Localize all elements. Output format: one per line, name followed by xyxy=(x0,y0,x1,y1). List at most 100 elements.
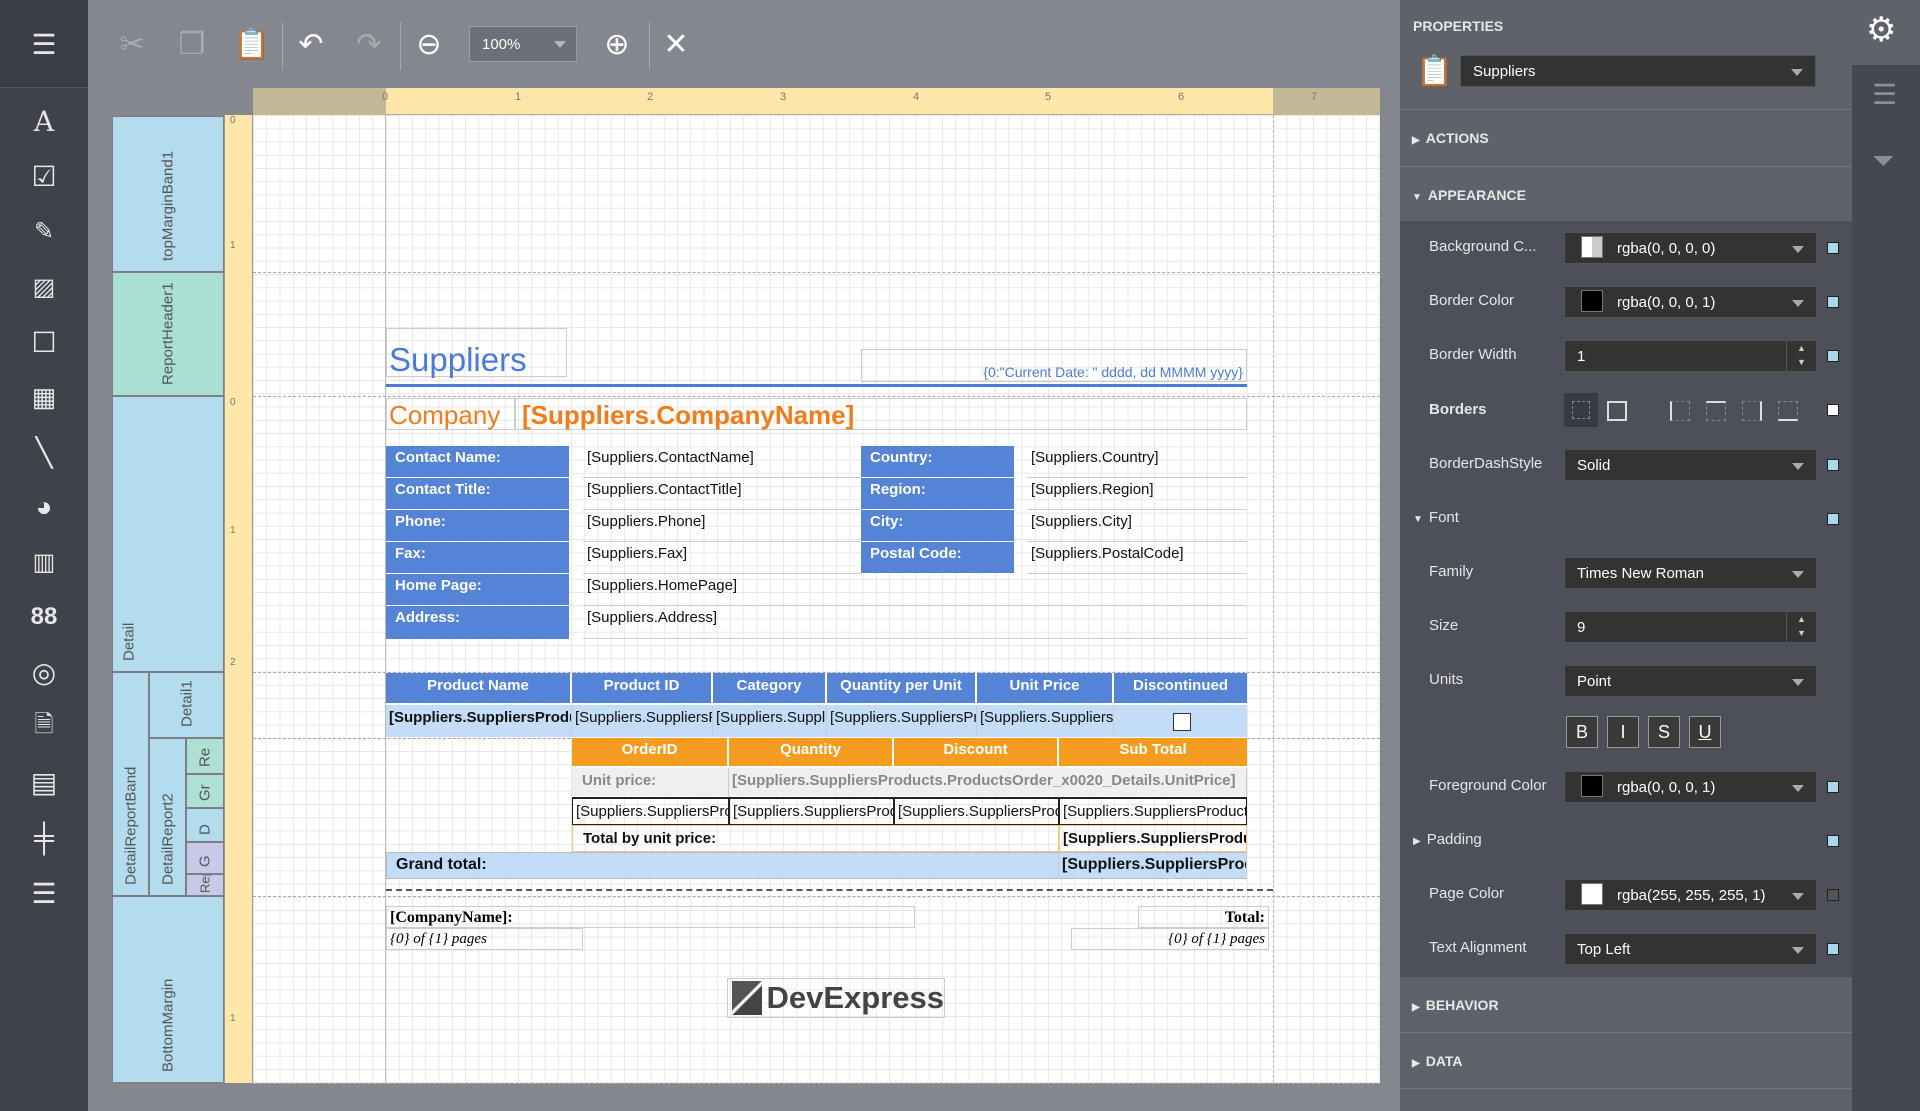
band-detail-report[interactable]: DetailReportBand xyxy=(112,672,149,896)
contact-label[interactable]: City: xyxy=(861,510,1014,541)
table-icon[interactable]: ▦ xyxy=(22,377,66,417)
font-group[interactable]: ▼ Font xyxy=(1413,509,1459,526)
background-color-select[interactable]: rgba(0, 0, 0, 0) xyxy=(1564,232,1817,264)
order-header[interactable]: Sub Total xyxy=(1059,738,1247,766)
barcode-icon[interactable]: ▥ xyxy=(22,542,66,582)
border-bottom-button[interactable] xyxy=(1778,401,1798,421)
section-appearance[interactable]: ▼ APPEARANCE xyxy=(1412,187,1526,203)
border-top-button[interactable] xyxy=(1706,401,1726,421)
contact-value[interactable]: [Suppliers.Address] xyxy=(583,606,1247,639)
zoom-out-icon[interactable]: ⊖ xyxy=(407,22,451,66)
product-cell[interactable]: [Suppliers.SuppliersProducts.Category] xyxy=(713,705,827,737)
grand-total-label[interactable]: Grand total: xyxy=(386,852,1059,879)
section-data[interactable]: ▶ DATA xyxy=(1412,1053,1463,1069)
product-header[interactable]: Product Name xyxy=(386,673,572,703)
font-size-input[interactable]: 9 ▲ ▼ xyxy=(1564,611,1817,643)
footer-pages-right[interactable]: {0} of {1} pages xyxy=(1071,928,1269,950)
cut-icon[interactable]: ✂ xyxy=(110,22,154,66)
shape-icon[interactable]: ◕ xyxy=(22,487,66,527)
product-header[interactable]: Quantity per Unit xyxy=(827,673,977,703)
zipcode-icon[interactable]: 88 xyxy=(22,597,66,637)
product-header[interactable]: Unit Price xyxy=(977,673,1114,703)
menu-icon[interactable]: ☰ xyxy=(22,24,66,64)
zoom-select[interactable]: 100% xyxy=(469,26,577,62)
component-selector[interactable]: Suppliers xyxy=(1460,55,1816,87)
contact-value[interactable]: [Suppliers.Phone] xyxy=(583,510,861,542)
band-sub[interactable]: Re xyxy=(186,738,224,774)
font-family-select[interactable]: Times New Roman xyxy=(1564,557,1817,589)
section-actions[interactable]: ▶ ACTIONS xyxy=(1412,130,1489,146)
contact-label[interactable]: Phone: xyxy=(386,510,569,541)
spinner-icon[interactable]: ▲ ▼ xyxy=(1786,341,1816,371)
contact-label[interactable]: Contact Name: xyxy=(386,446,569,477)
discontinued-checkbox[interactable] xyxy=(1173,713,1191,731)
contact-value[interactable]: [Suppliers.Region] xyxy=(1027,478,1247,510)
contact-label[interactable]: Fax: xyxy=(386,542,569,573)
product-header[interactable]: Product ID xyxy=(572,673,713,703)
contact-value[interactable]: [Suppliers.Fax] xyxy=(583,542,861,574)
order-cell[interactable]: [Suppliers.SuppliersProducts.OrderID] xyxy=(572,797,729,825)
band-detail1[interactable]: Detail1 xyxy=(149,672,224,738)
date-field[interactable]: {0:"Current Date: " dddd, dd MMMM yyyy} xyxy=(861,349,1247,382)
section-behavior[interactable]: ▶ BEHAVIOR xyxy=(1412,997,1499,1013)
band-top-margin[interactable]: topMarginBand1 xyxy=(112,116,224,272)
pagebreak-icon[interactable]: ╪ xyxy=(22,818,66,858)
contact-label[interactable]: Contact Title: xyxy=(386,478,569,509)
border-dash-select[interactable]: Solid xyxy=(1564,449,1817,481)
gear-icon[interactable]: ⚙ xyxy=(1866,10,1896,50)
border-right-button[interactable] xyxy=(1742,401,1762,421)
undo-icon[interactable]: ↶ xyxy=(289,22,333,66)
redo-icon[interactable]: ↷ xyxy=(347,22,391,66)
band-sub[interactable]: Repo xyxy=(186,874,224,896)
page-color-select[interactable]: rgba(255, 255, 255, 1) xyxy=(1564,879,1817,911)
band-sub[interactable]: Gr xyxy=(186,774,224,808)
product-header[interactable]: Discontinued xyxy=(1114,673,1247,703)
contact-label[interactable]: Region: xyxy=(861,478,1014,509)
gauge-icon[interactable]: ◎ xyxy=(22,652,66,692)
padding-group[interactable]: ▶ Padding xyxy=(1413,831,1482,848)
footer-total[interactable]: Total: xyxy=(1138,906,1269,928)
contact-label[interactable]: Postal Code: xyxy=(861,542,1014,573)
band-report-header[interactable]: ReportHeader1 xyxy=(112,272,224,396)
contact-value[interactable]: [Suppliers.ContactName] xyxy=(583,446,861,478)
footer-pages[interactable]: {0} of {1} pages xyxy=(386,928,583,950)
grand-total-value[interactable]: [Suppliers.SuppliersProducts.GrandTotal] xyxy=(1059,852,1247,879)
order-header[interactable]: Discount xyxy=(894,738,1059,766)
company-label[interactable]: Company xyxy=(386,398,515,430)
report-title[interactable]: Suppliers xyxy=(386,328,567,378)
contact-value[interactable]: [Suppliers.Country] xyxy=(1027,446,1247,478)
order-cell[interactable]: [Suppliers.SuppliersProducts.SubTotal] xyxy=(1059,797,1247,825)
subreport-icon[interactable]: ▤ xyxy=(22,762,66,802)
spinner-icon[interactable]: ▲ ▼ xyxy=(1786,612,1816,642)
label-icon[interactable]: A xyxy=(22,101,66,141)
filter-icon[interactable]: ⏷ xyxy=(1872,145,1894,178)
crossband-icon[interactable]: ☰ xyxy=(22,873,66,913)
unit-price-value[interactable]: [Suppliers.SuppliersProducts.ProductsOrd… xyxy=(729,768,1247,796)
band-sub[interactable]: G xyxy=(186,842,224,874)
contact-label[interactable]: Home Page: xyxy=(386,574,569,605)
border-width-input[interactable]: 1 ▲ ▼ xyxy=(1564,340,1817,372)
unit-price-label[interactable]: Unit price: xyxy=(572,768,729,796)
border-none-button[interactable] xyxy=(1564,393,1598,427)
order-cell[interactable]: [Suppliers.SuppliersProducts.Discount] xyxy=(894,797,1059,825)
total-unit-label[interactable]: Total by unit price: xyxy=(572,825,1059,852)
foreground-color-select[interactable]: rgba(0, 0, 0, 1) xyxy=(1564,771,1817,803)
pageinfo-icon[interactable]: 🗎 xyxy=(22,707,66,747)
border-all-button[interactable] xyxy=(1607,401,1627,421)
order-header[interactable]: Quantity xyxy=(729,738,894,766)
contact-label[interactable]: Country: xyxy=(861,446,1014,477)
band-sub[interactable]: D xyxy=(186,808,224,842)
product-cell[interactable]: [Suppliers.SuppliersProductName] xyxy=(386,705,572,737)
product-cell[interactable]: [Suppliers.SuppliersProducts.QuantityPer… xyxy=(827,705,977,737)
copy-icon[interactable]: ❐ xyxy=(170,22,214,66)
contact-label[interactable]: Address: xyxy=(386,606,569,639)
footer-company[interactable]: [CompanyName]: xyxy=(386,906,915,928)
order-header[interactable]: OrderID xyxy=(572,738,729,766)
text-alignment-select[interactable]: Top Left xyxy=(1564,933,1817,965)
border-left-button[interactable] xyxy=(1670,401,1690,421)
database-icon[interactable]: ☰ xyxy=(1872,78,1897,111)
strikeout-button[interactable]: S xyxy=(1648,716,1680,748)
devexpress-logo[interactable]: DevExpress xyxy=(727,978,945,1018)
border-color-select[interactable]: rgba(0, 0, 0, 1) xyxy=(1564,286,1817,318)
zoom-in-icon[interactable]: ⊕ xyxy=(595,22,639,66)
